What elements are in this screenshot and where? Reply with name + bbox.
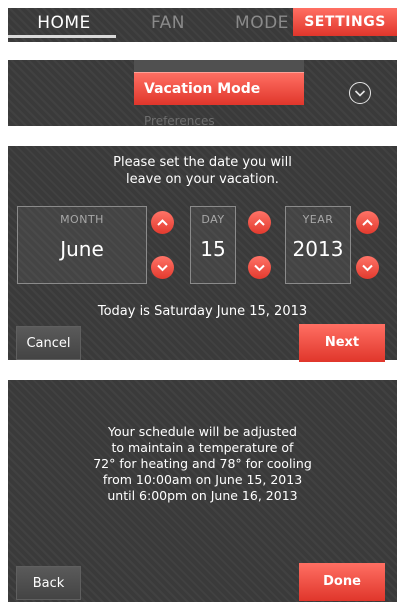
month-up-arrow-icon[interactable] — [151, 211, 174, 234]
year-label: YEAR — [302, 213, 334, 226]
menu-item-previous[interactable] — [134, 60, 304, 72]
confirm-line3: 72° for heating and 78° for cooling — [93, 456, 312, 471]
chevron-down-circle-icon[interactable] — [349, 82, 371, 104]
confirm-line2: to maintain a temperature of — [111, 440, 294, 455]
day-label: DAY — [201, 213, 225, 226]
top-nav-bar: HOME FAN MODE SETTINGS — [8, 8, 397, 42]
day-field: DAY 15 — [190, 206, 236, 284]
today-text: Today is Saturday June 15, 2013 — [97, 304, 308, 319]
day-up-arrow-icon[interactable] — [248, 211, 271, 234]
confirm-line1: Your schedule will be adjusted — [108, 424, 297, 439]
date-prompt: Please set the date you will leave on yo… — [8, 154, 397, 188]
year-value: 2013 — [292, 237, 344, 261]
confirm-message: Your schedule will be adjusted to mainta… — [8, 424, 397, 504]
menu-item-vacation-mode[interactable]: Vacation Mode — [134, 72, 304, 105]
month-label: MONTH — [60, 213, 104, 226]
month-value: June — [60, 237, 104, 261]
month-down-arrow-icon[interactable] — [151, 256, 174, 279]
menu-item-next-partial[interactable]: Preferences — [144, 116, 215, 126]
confirm-line4: from 10:00am on June 15, 2013 — [102, 472, 303, 487]
confirm-line5: until 6:00pm on June 16, 2013 — [107, 488, 298, 503]
next-button[interactable]: Next — [299, 324, 385, 362]
tab-home[interactable]: HOME — [16, 8, 112, 38]
vacation-confirm-panel: Your schedule will be adjusted to mainta… — [8, 380, 397, 602]
day-value: 15 — [200, 237, 226, 261]
cancel-button[interactable]: Cancel — [16, 326, 81, 360]
year-down-arrow-icon[interactable] — [356, 256, 379, 279]
tab-settings[interactable]: SETTINGS — [293, 8, 397, 36]
day-down-arrow-icon[interactable] — [248, 256, 271, 279]
settings-menu-panel: Vacation Mode Preferences — [8, 60, 397, 126]
year-field: YEAR 2013 — [285, 206, 351, 284]
active-tab-underline — [8, 35, 116, 38]
date-prompt-line1: Please set the date you will — [113, 155, 292, 170]
done-button[interactable]: Done — [299, 563, 385, 601]
year-up-arrow-icon[interactable] — [356, 211, 379, 234]
date-prompt-line2: leave on your vacation. — [126, 172, 279, 187]
tab-fan[interactable]: FAN — [128, 8, 208, 38]
vacation-date-panel: Please set the date you will leave on yo… — [8, 146, 397, 362]
month-field: MONTH June — [17, 206, 147, 284]
back-button[interactable]: Back — [16, 566, 81, 600]
